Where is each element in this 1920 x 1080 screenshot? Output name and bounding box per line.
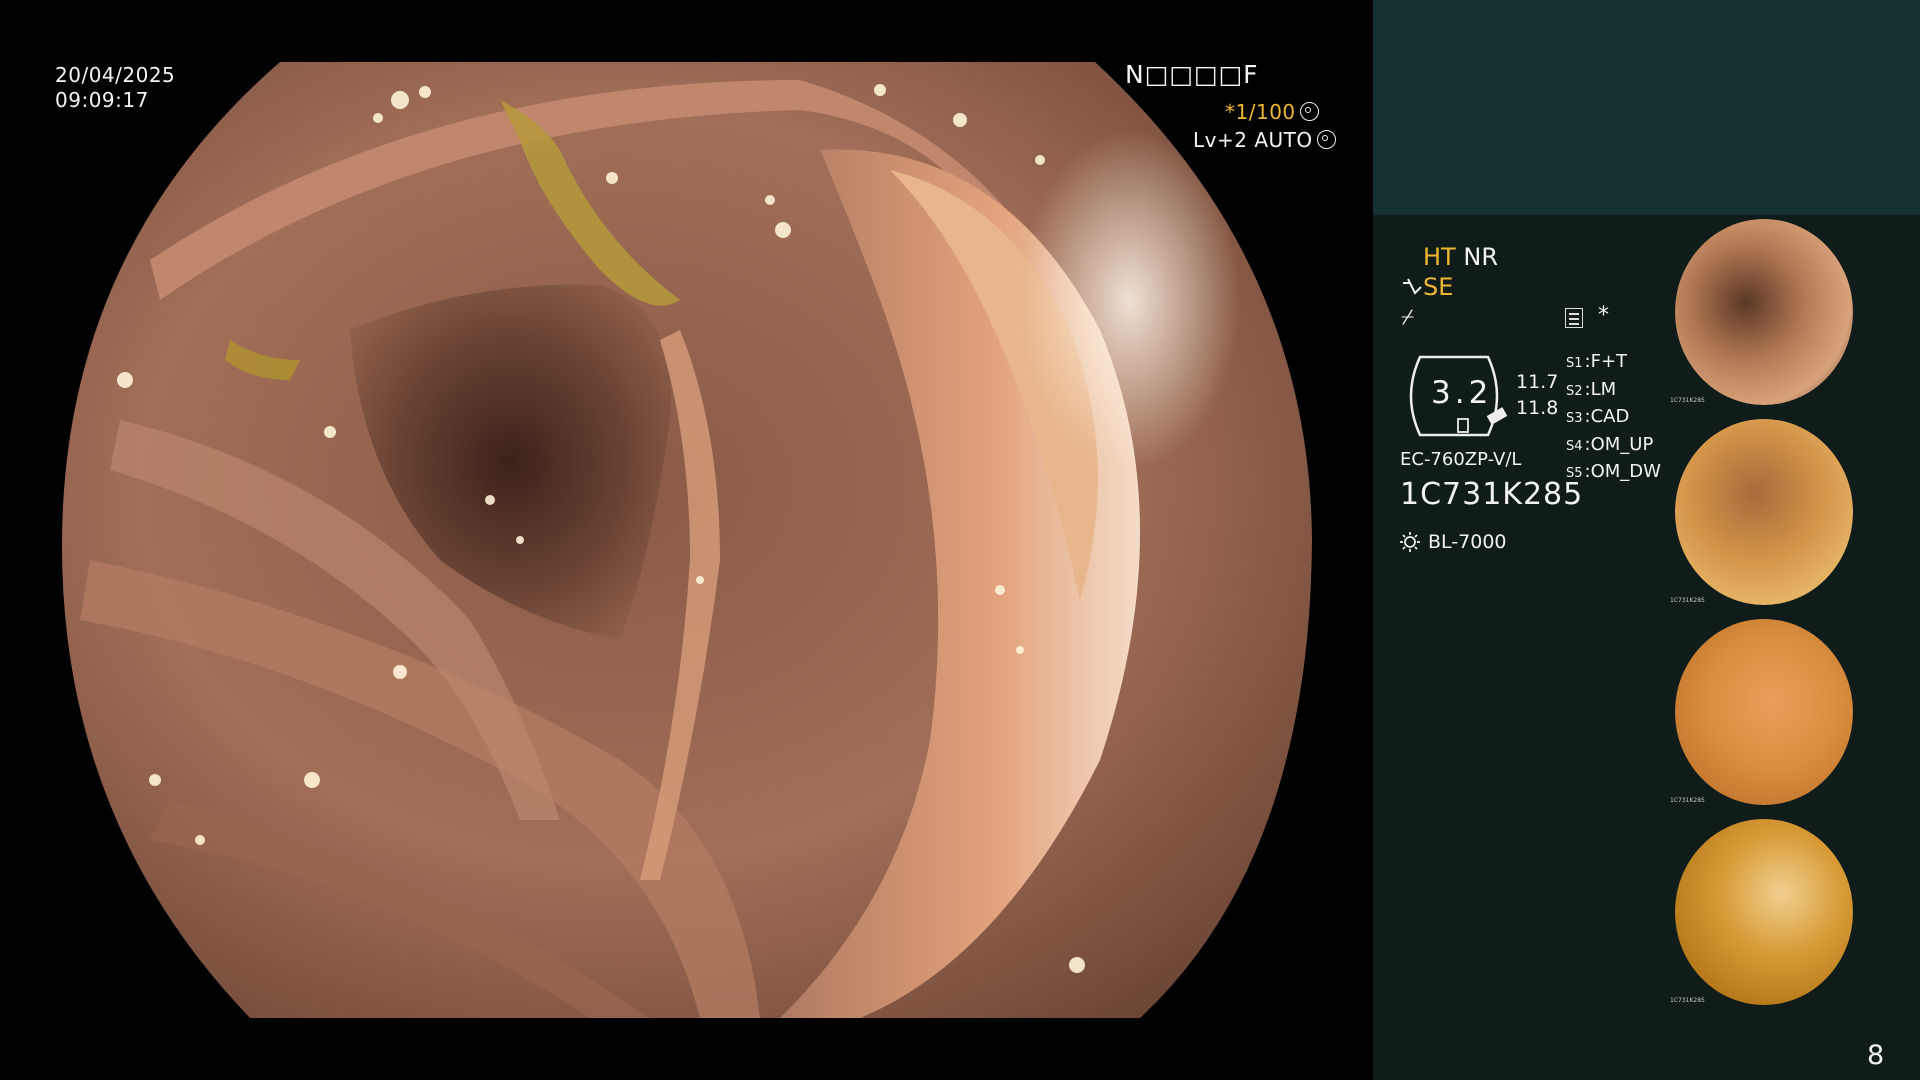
panel-header bbox=[1373, 0, 1920, 215]
light-source: BL-7000 bbox=[1400, 531, 1507, 553]
menu-icon bbox=[1565, 308, 1583, 328]
star-indicator: * bbox=[1598, 303, 1609, 328]
scope-model: EC-760ZP-V/L bbox=[1400, 449, 1522, 470]
thumbnail-image bbox=[1675, 619, 1853, 805]
time-text: 09:09:17 bbox=[55, 88, 149, 112]
nr-label: NR bbox=[1463, 243, 1498, 271]
capture-thumbnail[interactable]: 1C731K285 bbox=[1669, 217, 1859, 407]
mode-se: SE bbox=[1401, 273, 1453, 301]
light-source-icon bbox=[1400, 532, 1420, 552]
capture-thumbnail[interactable]: 1C731K285 bbox=[1669, 817, 1859, 1007]
flat-icon: ⌿ bbox=[1401, 305, 1415, 330]
light-source-label: BL-7000 bbox=[1428, 531, 1507, 553]
se-label: SE bbox=[1423, 273, 1454, 301]
date-time: 20/04/2025 09:09:17 bbox=[55, 63, 175, 113]
switch-row: S4:OM_UP bbox=[1566, 433, 1654, 455]
thumbnail-serial: 1C731K285 bbox=[1670, 997, 1705, 1004]
thumbnail-serial: 1C731K285 bbox=[1670, 597, 1705, 604]
status-panel: HT NR SE ⌿ * 3.2 11.7 11.8 S1:F+T S2:LM … bbox=[1373, 215, 1920, 1080]
date-text: 20/04/2025 bbox=[55, 63, 176, 87]
switch-row: S1:F+T bbox=[1566, 351, 1628, 372]
exposure-readout: *1/100 bbox=[1225, 100, 1319, 125]
structure-enhance-icon bbox=[1403, 278, 1422, 295]
patient-name-slot: N□□□□F bbox=[1125, 60, 1259, 89]
capture-thumbnail[interactable]: 1C731K285 bbox=[1669, 417, 1859, 607]
scope-serial: 1C731K285 bbox=[1400, 477, 1584, 512]
endoscope-image bbox=[61, 62, 1313, 1018]
exposure-text: *1/100 bbox=[1225, 100, 1296, 124]
capture-thumbnail[interactable]: 1C731K285 bbox=[1669, 617, 1859, 807]
switch-row: S2:LM bbox=[1566, 378, 1617, 400]
auto-iris-icon bbox=[1316, 130, 1336, 149]
level-readout: Lv+2 AUTO bbox=[1193, 128, 1336, 153]
switch-assignments: S1:F+T S2:LM S3:CAD S4:OM_UP S5:OM_DW bbox=[1566, 349, 1661, 487]
zoom-side-2: 11.8 bbox=[1516, 397, 1559, 419]
zoom-value: 3.2 bbox=[1431, 375, 1493, 411]
scope-info: HT NR SE ⌿ * 3.2 11.7 11.8 S1:F+T S2:LM … bbox=[1373, 215, 1673, 615]
switch-row: S3:CAD bbox=[1566, 406, 1630, 427]
endoscope-view: 20/04/2025 09:09:17 N□□□□F *1/100 Lv+2 A… bbox=[0, 0, 1373, 1080]
thumbnail-image bbox=[1675, 219, 1853, 405]
ht-label: HT bbox=[1423, 243, 1456, 271]
shutter-icon bbox=[1299, 102, 1319, 121]
thumbnail-image bbox=[1675, 819, 1853, 1005]
zoom-side-1: 11.7 bbox=[1516, 371, 1559, 393]
mode-ht-nr: HT NR bbox=[1423, 243, 1498, 271]
thumbnail-serial: 1C731K285 bbox=[1670, 797, 1705, 804]
thumbnail-image bbox=[1675, 419, 1853, 605]
thumbnail-serial: 1C731K285 bbox=[1670, 397, 1705, 404]
level-text: Lv+2 AUTO bbox=[1193, 128, 1313, 152]
page-number: 8 bbox=[1867, 1040, 1885, 1071]
